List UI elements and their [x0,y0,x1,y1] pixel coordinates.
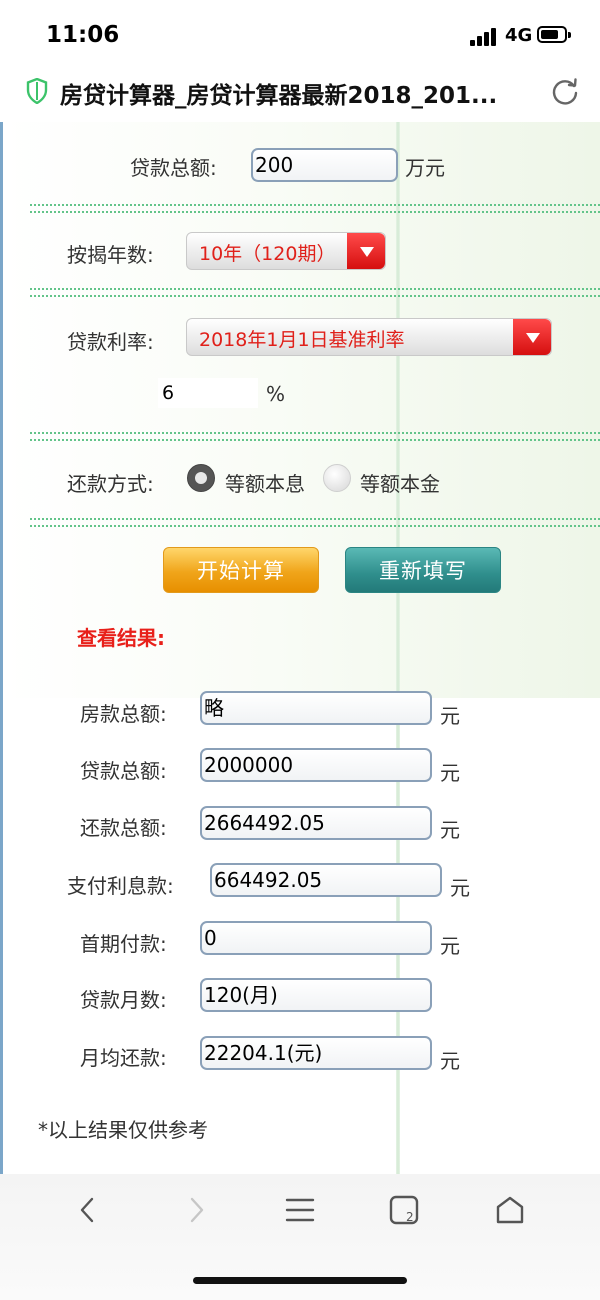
repay-method-label: 还款方式: [67,472,154,496]
radio-equal-installment-label[interactable]: 等额本息 [225,468,305,497]
radio-equal-principal-label[interactable]: 等额本金 [360,468,440,497]
calculator-page: 贷款总额: 200 万元 按揭年数: 10年（120期） 贷款利率: 2018年… [0,122,600,1174]
browser-toolbar: 2 [0,1174,600,1300]
monthly-payment-unit: 元 [440,1049,460,1073]
monthly-payment-output[interactable]: 22204.1(元) [200,1036,432,1070]
radio-equal-installment[interactable] [187,464,215,492]
interest-unit: 元 [450,876,470,900]
home-indicator[interactable] [193,1277,407,1284]
calculate-button[interactable]: 开始计算 [163,547,319,593]
shield-icon [26,78,48,104]
down-payment-label: 首期付款: [80,932,167,956]
forward-icon[interactable] [176,1190,216,1230]
clock: 11:06 [46,22,120,48]
repay-total-unit: 元 [440,818,460,842]
rate-input[interactable]: 6 [158,378,258,408]
signal-icon [470,28,498,46]
down-payment-output[interactable]: 0 [200,921,432,955]
reload-icon[interactable] [550,76,580,106]
house-total-unit: 元 [440,704,460,728]
mortgage-years-label: 按揭年数: [67,243,154,267]
loan-total-unit: 万元 [405,156,445,180]
interest-rate-label: 贷款利率: [67,330,154,354]
loan-months-output[interactable]: 120(月) [200,978,432,1012]
interest-rate-select[interactable]: 2018年1月1日基准利率 [186,318,552,356]
home-icon[interactable] [490,1190,530,1230]
interest-output[interactable]: 664492.05 [210,863,442,897]
mortgage-years-select[interactable]: 10年（120期） [186,232,386,270]
loan-total-result-unit: 元 [440,761,460,785]
loan-total-label: 贷款总额: [130,156,217,180]
divider [30,288,600,297]
menu-icon[interactable] [280,1190,320,1230]
divider [30,204,600,213]
rate-unit: % [266,382,286,406]
mortgage-years-value: 10年（120期） [199,243,336,265]
svg-text:2: 2 [406,1210,414,1224]
monthly-payment-label: 月均还款: [80,1046,167,1070]
tabs-icon[interactable]: 2 [385,1190,425,1230]
interest-rate-value: 2018年1月1日基准利率 [199,329,405,351]
dropdown-arrow-icon[interactable] [347,233,385,269]
loan-total-output[interactable]: 2000000 [200,748,432,782]
loan-total-input[interactable]: 200 [251,148,398,182]
results-heading: 查看结果: [77,626,165,650]
address-bar[interactable]: 房贷计算器_房贷计算器最新2018_201... [0,70,600,120]
loan-months-label: 贷款月数: [80,988,167,1012]
loan-total-result-label: 贷款总额: [80,759,167,783]
status-bar: 11:06 4G [0,0,600,70]
back-icon[interactable] [68,1190,108,1230]
divider [30,518,600,527]
house-total-label: 房款总额: [80,702,167,726]
disclaimer-note: *以上结果仅供参考 [38,1118,208,1142]
dropdown-arrow-icon[interactable] [513,319,551,355]
repay-total-label: 还款总额: [80,816,167,840]
battery-icon [537,26,571,43]
network-type: 4G [505,25,533,46]
house-total-output[interactable]: 略 [200,691,432,725]
interest-label: 支付利息款: [67,874,174,898]
down-payment-unit: 元 [440,934,460,958]
radio-equal-principal[interactable] [323,464,351,492]
divider [30,432,600,441]
repay-total-output[interactable]: 2664492.05 [200,806,432,840]
page-title[interactable]: 房贷计算器_房贷计算器最新2018_201... [60,76,530,110]
reset-button[interactable]: 重新填写 [345,547,501,593]
